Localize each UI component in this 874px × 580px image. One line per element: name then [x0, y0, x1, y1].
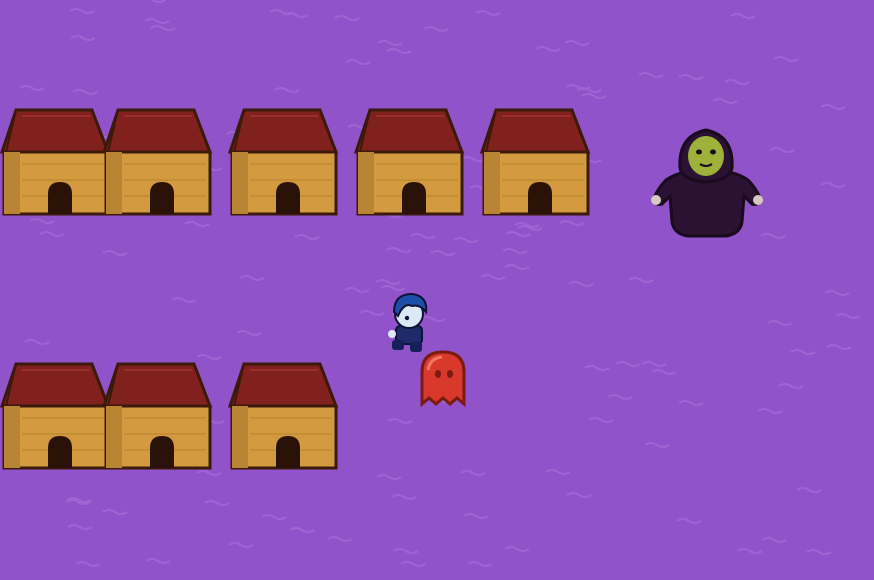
house-icon — [227, 108, 339, 216]
house-icon — [101, 108, 213, 216]
house-icon — [479, 108, 591, 216]
house-icon — [227, 362, 339, 470]
game-scene[interactable] — [0, 0, 874, 580]
house-icon — [353, 108, 465, 216]
hooded-figure-icon[interactable] — [644, 122, 768, 240]
house-icon — [101, 362, 213, 470]
red-ghost-icon[interactable] — [414, 346, 472, 410]
